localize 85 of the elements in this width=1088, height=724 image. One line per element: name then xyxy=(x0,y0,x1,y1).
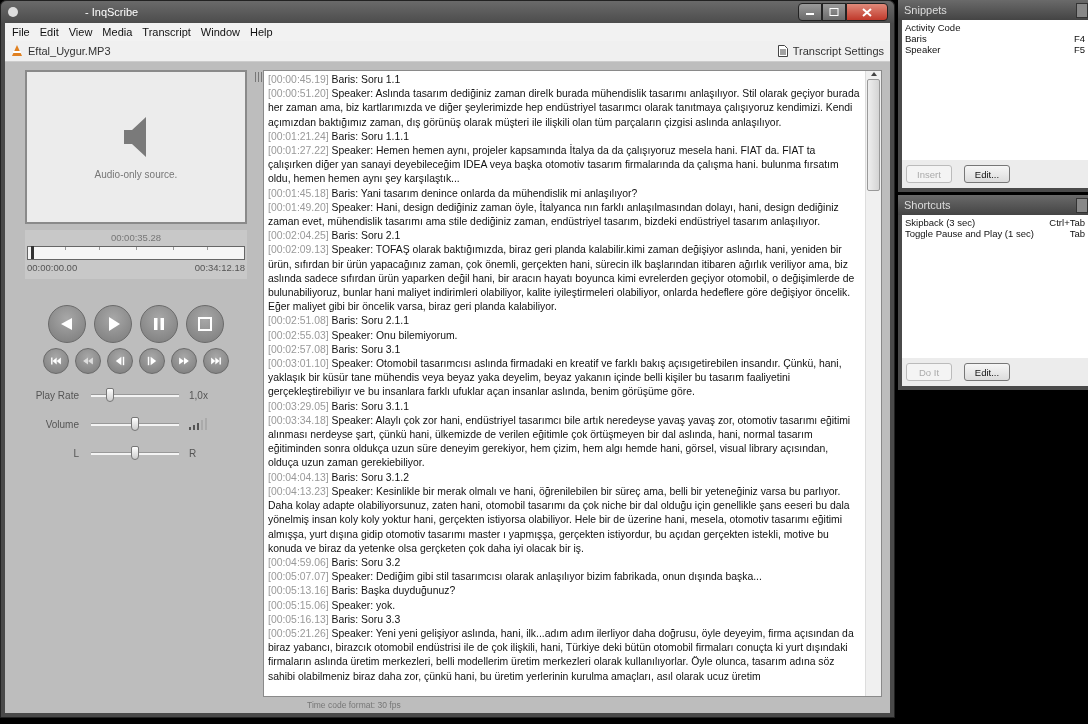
play-button[interactable] xyxy=(94,305,132,343)
transcript-entry: [00:03:01.10] Speaker: Otomobil tasarımcısı aslında firmadaki en kreatif ve farklı bakış açısıgetirebilen insandır. Çünkü, hani, yaklaşık bir küsür tane mühendis veya beyaz yaka deyelim, beyaz yakanın içinde belli kişiler bu tasarım faaliyetini gerçekleştirebiliyır ve bu insanlara farklı ufuklar açan insanlar aslında, benim görüşüme göre. xyxy=(268,357,843,400)
palette-title: Snippets xyxy=(904,4,947,16)
scrollbar-thumb[interactable] xyxy=(867,79,880,191)
list-item[interactable]: Activity Code xyxy=(905,22,961,33)
transcript-entry: [00:05:13.16] Baris: Başka duyduğunuz? xyxy=(268,584,457,599)
transcript-entry: [00:01:45.18] Baris: Yani tasarım denince onlarda da mühendislik mi anlaşılıyor? xyxy=(268,186,639,201)
menu-item[interactable]: Window xyxy=(195,26,245,38)
transcript-settings-button[interactable]: Transcript Settings xyxy=(777,45,884,57)
transcript-entry: [00:02:57.08] Baris: Soru 3.1 xyxy=(268,342,402,357)
transcript-entry: [00:02:51.08] Baris: Soru 2.1.1 xyxy=(268,314,410,329)
status-text: Time code format: 30 fps xyxy=(306,699,401,712)
slider-thumb[interactable] xyxy=(131,416,139,431)
scroll-up-icon[interactable] xyxy=(869,71,878,77)
menu-item[interactable]: Media xyxy=(97,26,138,38)
menu-item[interactable]: Transcript xyxy=(137,26,196,38)
transcript-entry: [00:05:21.26] Speaker: Yeni yeni gelişiyor aslında, hani, ilk...adım adım ilerliyor daha doğrusu, öyle deyeyim, firma açısından da biraz yabancı, birazcık otomobil endüstrisi ile de çok ilişkili, hani, Türkiye deki bütün otomobil firmaları conuçta ki yurt dışındaki firmaların aslında üretim merkezleri, belli modellerim üretim merkezleri olarak kullanılıyorlar. Öyle olunca, tasarım adına söz sahibi olabilmeniz biraz daha zor, çünkü hani, bu üretim yerlerinin kurulma amaçları, asıl olarak ucuz üretim xyxy=(268,626,855,684)
transcript-entry: [00:05:07.07] Speaker: Dediğim gibi stil tasarımcısı olarak anlaşılıyor bizim fabrikada, onun dışında başka... xyxy=(268,570,763,585)
list-item[interactable]: Toggle Pause and Play (1 sec) xyxy=(905,228,1034,239)
audio-only-label: Audio-only source. xyxy=(94,168,178,180)
transcript-entry: [00:04:13.23] Speaker: Kesinlikle bir merak olmalı ve hani, öğrenilebilen bir süreç ama, belli bir yeteneğiniz varsa bu parlıyor. Daha kolay adapte olabiliyorsunuz, zaten hani, otomobil tasarımı da çok niche bir dal olduğu için genellikle şans eeseri bu dala yönelmiş insan koly koly yoktur hani, gerçekten istiyorsa olabiliyor. Hele bir de üzerine hani, mesela, otomotiv tasarımı eğitimi almışşa, yurt dışına gidip otomotiv tasarımı master ı yapmışşa, gerçekten istiyordur, bu açıdan gerçekten istekli, motive bu konuda ve biraz da yetenke olsa gerçketen çok daha iyi olacak bir iş. xyxy=(268,484,851,556)
splitter-grip-icon[interactable] xyxy=(255,72,263,82)
slider-label: Volume xyxy=(44,418,80,430)
transcript-entry: [00:03:29.05] Baris: Soru 3.1.1 xyxy=(268,399,410,414)
transcript-entry: [00:02:04.25] Baris: Soru 2.1 xyxy=(268,229,402,244)
transcript-entry: [00:01:21.24] Baris: Soru 1.1.1 xyxy=(268,129,410,144)
start-time: 00:00:00.00 xyxy=(27,262,78,273)
transcript-entry: [00:03:34.18] Speaker: Alaylı çok zor hani, endüstriyel tasarımcı bile artık neredeyse yavaş yavaş zor, otomotiv tasarımı eğitimi alınması nerdeyse şart, çünkü hani, ülkemizde de verilen eğitimle çok örtüşmeyen bir dal aslında, hani, normal tasarım eğitiminden sonra oldukça uzun süre deneyim gerekiyor, hem çizim, hem algı hemde hani, görsel, visual library açısından, olduça uzun zaman gerekiebiliyor. xyxy=(268,413,852,471)
slider-thumb[interactable] xyxy=(131,445,139,460)
transcript-entry: [00:05:16.13] Baris: Soru 3.3 xyxy=(268,612,402,627)
slider-label: Play Rate xyxy=(34,389,80,401)
menu-item[interactable]: Help xyxy=(244,26,278,38)
list-item[interactable]: Speaker xyxy=(905,44,941,55)
shortcut-key: F5 xyxy=(1073,44,1085,55)
shortcut-key: F4 xyxy=(1073,33,1085,44)
list-item[interactable]: Skipback (3 sec) xyxy=(905,217,976,228)
slider-thumb[interactable] xyxy=(106,387,115,402)
maximize-button[interactable] xyxy=(822,3,846,21)
rate-reading: 1,0x xyxy=(189,389,208,401)
step-forward-icon xyxy=(145,354,159,368)
palette-button[interactable]: Edit... xyxy=(964,363,1010,381)
transcript-entry: [00:05:15.06] Speaker: yok. xyxy=(268,598,397,613)
document-icon xyxy=(777,45,788,57)
rewind-button[interactable] xyxy=(48,305,86,343)
transcript-entry: [00:00:51.20] Speaker: Aslında tasarım dediğiniz zaman direlk burada mühendislik tasarımı anlaşılıyor. Stil olarak geçiyor burada her zaman ama, biz kartlarımızda ve diğer şeylerimizde hep endüstriyel tasarımcı olarak tanıtmaya çalışıyoruz kendimizi. Kendi açımızdan baktığımız zaman, dış görünüş olarak müşteri ile ilişkili olan tüm parçaların çizgisi aslında anlaşılıyor. xyxy=(268,87,861,130)
skip-end-button[interactable] xyxy=(203,348,229,374)
transcript-entry: [00:02:09.13] Speaker: TOFAŞ olarak baktığımızda, biraz geri planda kalabilir.kimi zaman değişiyor aslında, hani, yeniden bir ürün, sıfırdan bir ürün yapacağınız zaman, çok önemli, gerçekten hani, sürecin ilk başlarından itibaren ağırlık veriliyor ama, biz aslında sadece sıfırdan ürün yaparken değil hani, bir aracın hayatı boyunca kimi evrelerden geçiyor otomobil, o değişimlerde de bulunabiliyoruz, bunlar hani maliyet indirimleri olabiliyor, kalite iyileştirmeleri olabiliyor, onlarda hedeflere göre değişiyor öncelik. Eğer maliyet gibi bir öncelik varsa, biraz geri planda kalabiliyor. xyxy=(268,243,856,315)
close-icon xyxy=(862,7,872,17)
maximize-icon xyxy=(829,8,839,16)
cone-icon xyxy=(11,45,23,57)
palette-title: Shortcuts xyxy=(904,199,951,211)
stop-button[interactable] xyxy=(186,305,224,343)
step-forward-button[interactable] xyxy=(139,348,165,374)
transcript-entry: [00:02:55.03] Speaker: Onu bilemiyorum. xyxy=(268,328,459,343)
media-file-name: Eftal_Uygur.MP3 xyxy=(28,45,111,57)
right-label: R xyxy=(189,447,197,459)
transcript-editor[interactable] xyxy=(263,70,882,697)
minimize-button[interactable] xyxy=(798,3,822,21)
window-title: - InqScribe xyxy=(85,6,139,18)
fast-forward-button[interactable] xyxy=(171,348,197,374)
playhead[interactable] xyxy=(30,246,34,259)
shortcut-key: Tab xyxy=(1069,228,1085,239)
stop-icon xyxy=(195,314,215,334)
transcript-entry: [00:01:49.20] Speaker: Hani, design dediğiniz zaman öyle, İtalyanca nın farklı anlaşılmasından dolayı, hani, design dediğiniz zaman evet, mühendislik tasarımı ama stile dediğiniz zaman, endüstriyel tasarım, bizdeki endüstriyel tasarım anlaşılıyor. xyxy=(268,200,840,230)
current-time: 00:00:35.28 xyxy=(109,232,163,243)
app-icon xyxy=(7,6,19,18)
fast-rewind-button[interactable] xyxy=(75,348,101,374)
step-back-button[interactable] xyxy=(107,348,133,374)
volume-bars-icon xyxy=(189,418,207,430)
pause-button[interactable] xyxy=(140,305,178,343)
skip-start-button[interactable] xyxy=(43,348,69,374)
menu-item[interactable]: View xyxy=(63,26,98,38)
menu-item[interactable]: Edit xyxy=(34,26,64,38)
transcript-entry: [00:01:27.22] Speaker: Hemen hemen aynı, projeler kapsamında İtalya da da çalışıyoruz mesela hani. FIAT da. FIAT ta çalışırken diğer yan sanayi deyebileceğim IDEA veya başka otomotiv tasarım firmalarında da çalışma hani. bulunma fırsatım oldu, hemen hemen aynı şey karşılaştık... xyxy=(268,144,840,187)
speaker-icon xyxy=(124,114,148,159)
shortcut-key: Ctrl+Tab xyxy=(1049,217,1085,228)
transcript-entry: [00:04:04.13] Baris: Soru 3.1.2 xyxy=(268,470,410,485)
left-label: L xyxy=(72,447,80,459)
list-item[interactable]: Baris xyxy=(905,33,927,44)
step-back-icon xyxy=(113,354,127,368)
transcript-entry: [00:00:45.19] Baris: Soru 1.1 xyxy=(268,73,402,87)
menu-item[interactable]: File xyxy=(7,26,35,38)
palette-button[interactable]: Edit... xyxy=(964,165,1010,183)
end-time: 00:34:12.18 xyxy=(194,262,245,273)
transcript-entry: [00:04:59.06] Baris: Soru 3.2 xyxy=(268,555,402,570)
